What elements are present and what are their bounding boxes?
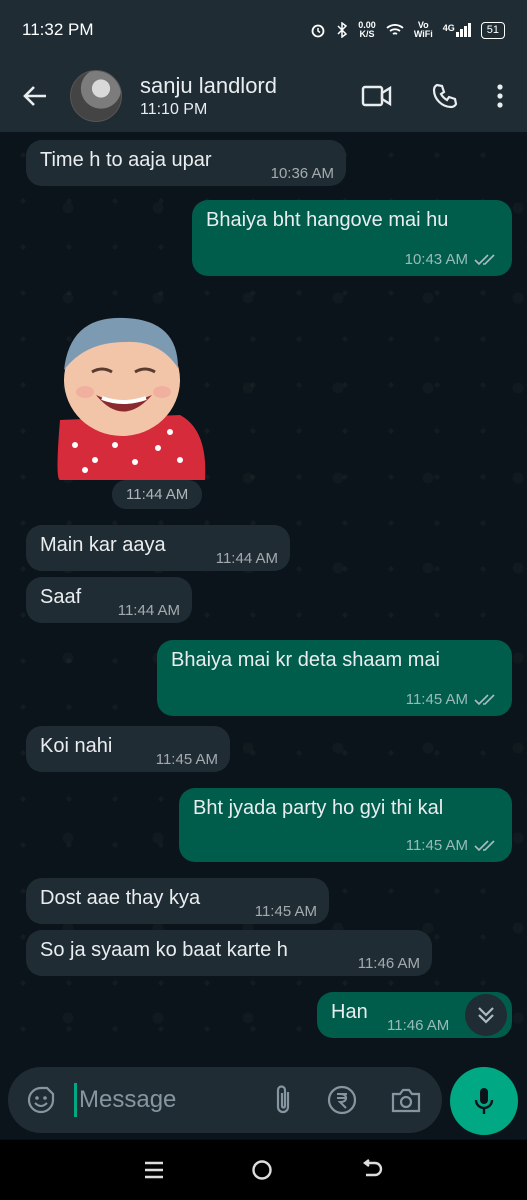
microphone-icon [474, 1088, 494, 1114]
contact-name: sanju landlord [140, 73, 277, 98]
message-outgoing[interactable]: Bhaiya mai kr deta shaam mai 11:45 AM [157, 640, 512, 716]
message-composer: Message [0, 1067, 527, 1139]
contact-info[interactable]: sanju landlord 11:10 PM [140, 73, 277, 119]
message-text: Han [331, 1001, 368, 1023]
message-incoming[interactable]: So ja syaam ko baat karte h 11:46 AM [26, 930, 432, 976]
camera-icon[interactable] [390, 1086, 422, 1114]
bluetooth-icon [337, 22, 348, 38]
network-speed: 0.00 K/S [358, 21, 376, 39]
read-receipt-icon [474, 694, 495, 706]
back-arrow-icon [23, 86, 46, 106]
vowifi-bottom: WiFi [413, 29, 433, 39]
signal-icon: 4G [443, 23, 471, 37]
message-text: Saaf [40, 586, 82, 608]
status-time: 11:32 PM [22, 20, 94, 39]
vowifi-label: Vo WiFi [414, 21, 433, 39]
home-icon[interactable] [251, 1159, 273, 1181]
alarm-icon [311, 24, 325, 38]
message-meta: 10:43 AM [405, 251, 498, 268]
message-incoming[interactable]: Koi nahi 11:45 AM [26, 726, 230, 772]
message-incoming[interactable]: Time h to aaja upar 10:36 AM [26, 140, 346, 186]
message-time: 11:45 AM [405, 837, 468, 854]
message-time: 11:46 AM [357, 955, 420, 972]
scroll-to-bottom-button[interactable] [465, 994, 507, 1036]
message-time: 11:44 AM [117, 602, 180, 619]
status-bar: 11:32 PM 0.00 K/S Vo WiFi 4G 51 [0, 0, 527, 60]
chat-area[interactable]: Time h to aaja upar 10:36 AM Bhaiya bht … [0, 132, 527, 1067]
sticker-time: 11:44 AM [112, 480, 203, 509]
voice-call-icon[interactable] [431, 82, 459, 110]
rupee-payment-icon[interactable] [326, 1084, 358, 1116]
message-outgoing[interactable]: Bht jyada party ho gyi thi kal 11:45 AM [179, 788, 512, 862]
contact-last-seen: 11:10 PM [140, 101, 208, 118]
message-text: So ja syaam ko baat karte h [40, 939, 288, 961]
message-time: 10:36 AM [270, 165, 334, 182]
system-navigation-bar [0, 1140, 527, 1200]
message-input[interactable]: Message [79, 1086, 176, 1114]
message-text: Dost aae thay kya [40, 887, 201, 909]
back-button[interactable] [0, 85, 70, 107]
message-input-container[interactable]: Message [8, 1067, 442, 1133]
more-options-icon[interactable] [497, 84, 503, 108]
message-incoming[interactable]: Saaf 11:44 AM [26, 577, 192, 623]
message-time: 11:44 AM [215, 550, 278, 567]
emoji-icon[interactable] [26, 1085, 56, 1115]
contact-avatar[interactable] [70, 70, 122, 122]
message-text: Bhaiya bht hangove mai hu [206, 209, 449, 231]
message-meta: 11:45 AM [406, 691, 498, 708]
composer-actions [272, 1084, 442, 1116]
text-cursor [74, 1083, 77, 1117]
message-text: Time h to aaja upar [40, 149, 212, 171]
message-text: Main kar aaya [40, 534, 166, 556]
message-text: Bhaiya mai kr deta shaam mai [171, 649, 441, 671]
header-actions [361, 82, 527, 110]
sticker-laughing-baby[interactable] [40, 310, 210, 480]
battery-icon: 51 [480, 21, 505, 39]
message-time: 11:45 AM [405, 691, 468, 708]
attach-icon[interactable] [272, 1084, 294, 1116]
wifi-icon [386, 24, 404, 35]
chat-header: sanju landlord 11:10 PM [0, 60, 527, 132]
message-time: 11:45 AM [254, 903, 317, 920]
message-time: 11:46 AM [387, 1017, 450, 1034]
network-type: 4G [442, 23, 455, 33]
read-receipt-icon [474, 840, 495, 852]
double-chevron-down-icon [478, 1007, 494, 1024]
recent-apps-icon[interactable] [144, 1160, 164, 1180]
message-meta: 11:45 AM [406, 837, 498, 854]
read-receipt-icon [474, 254, 495, 266]
message-time: 11:45 AM [155, 751, 218, 768]
video-call-icon[interactable] [361, 85, 393, 107]
message-incoming[interactable]: Main kar aaya 11:44 AM [26, 525, 290, 571]
message-text: Bht jyada party ho gyi thi kal [193, 797, 444, 819]
voice-message-button[interactable] [450, 1067, 518, 1135]
message-text: Koi nahi [40, 735, 113, 757]
status-icons: 0.00 K/S Vo WiFi 4G 51 [310, 21, 505, 39]
network-speed-unit: K/S [359, 29, 375, 39]
message-time: 10:43 AM [404, 251, 468, 268]
back-nav-icon[interactable] [361, 1159, 383, 1181]
message-outgoing[interactable]: Bhaiya bht hangove mai hu 10:43 AM [192, 200, 512, 276]
message-incoming[interactable]: Dost aae thay kya 11:45 AM [26, 878, 329, 924]
